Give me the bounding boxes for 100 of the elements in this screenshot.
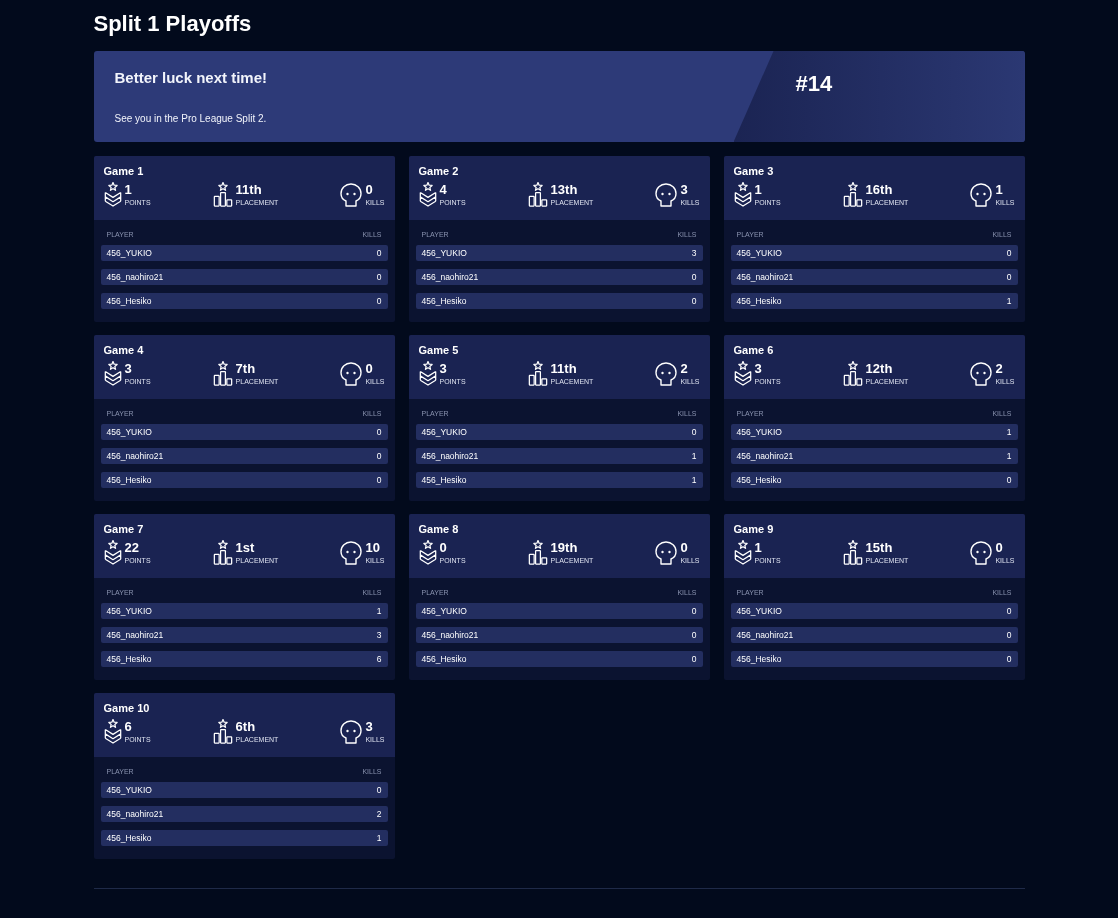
podium-icon [527, 361, 548, 386]
game-title: Game 3 [733, 164, 774, 178]
player-name: 456_naohiro21 [421, 630, 479, 640]
podium-icon [842, 540, 863, 565]
kill-count: 0 [691, 654, 697, 664]
stat-value: 0 [680, 540, 688, 555]
game-title: Game 6 [733, 343, 774, 357]
stat-value: 7th [235, 361, 256, 376]
player-name: 456_naohiro21 [421, 451, 479, 461]
player-name: 456_Hesiko [736, 654, 782, 664]
game-title: Game 10 [103, 701, 150, 715]
stat-value: 6th [235, 719, 256, 734]
player-name: 456_naohiro21 [106, 630, 164, 640]
stat-value: 1 [995, 182, 1003, 197]
player-name: 456_YUKIO [421, 606, 467, 616]
kill-count: 0 [1006, 475, 1012, 485]
player-name: 456_Hesiko [106, 833, 152, 843]
player-name: 456_Hesiko [736, 475, 782, 485]
chevron-rank-icon [733, 182, 752, 207]
chevron-rank-icon [103, 182, 122, 207]
podium-icon [212, 182, 233, 207]
player-name: 456_naohiro21 [736, 272, 794, 282]
page-title: Split 1 Playoffs [93, 10, 252, 38]
stat-value: 3 [680, 182, 688, 197]
kill-count: 0 [691, 606, 697, 616]
player-name: 456_naohiro21 [736, 630, 794, 640]
player-name: 456_YUKIO [106, 248, 152, 258]
chevron-rank-icon [733, 361, 752, 386]
kill-count: 0 [1006, 248, 1012, 258]
player-name: 456_naohiro21 [106, 451, 164, 461]
podium-icon [212, 540, 233, 565]
stat-value: 22 [124, 540, 139, 555]
player-name: 456_YUKIO [421, 248, 467, 258]
player-name: 456_Hesiko [736, 296, 782, 306]
stat-value: 2 [680, 361, 688, 376]
chevron-rank-icon [418, 540, 437, 565]
kill-count: 1 [1006, 427, 1012, 437]
kill-count: 1 [1006, 451, 1012, 461]
podium-icon [212, 361, 233, 386]
player-name: 456_Hesiko [106, 296, 152, 306]
stat-value: 19th [550, 540, 578, 555]
podium-icon [527, 182, 548, 207]
kill-count: 0 [376, 475, 382, 485]
player-name: 456_Hesiko [421, 475, 467, 485]
chevron-rank-icon [418, 182, 437, 207]
stat-value: 3 [754, 361, 762, 376]
stat-value: 11th [235, 182, 262, 197]
kill-count: 0 [376, 272, 382, 282]
podium-icon [842, 182, 863, 207]
kill-count: 1 [376, 606, 382, 616]
player-name: 456_YUKIO [736, 427, 782, 437]
kill-count: 1 [691, 475, 697, 485]
skull-icon [655, 540, 678, 565]
kill-count: 1 [691, 451, 697, 461]
chevron-rank-icon [103, 361, 122, 386]
stat-value: 3 [365, 719, 373, 734]
player-name: 456_Hesiko [421, 654, 467, 664]
game-title: Game 5 [418, 343, 459, 357]
kill-count: 0 [1006, 630, 1012, 640]
player-name: 456_YUKIO [106, 785, 152, 795]
player-name: 456_YUKIO [736, 606, 782, 616]
stat-value: 1 [754, 182, 762, 197]
player-name: 456_Hesiko [421, 296, 467, 306]
stat-value: 12th [865, 361, 893, 376]
skull-icon [655, 361, 678, 386]
stat-value: 1st [235, 540, 255, 555]
player-name: 456_naohiro21 [106, 809, 164, 819]
game-title: Game 9 [733, 522, 774, 536]
player-name: 456_YUKIO [106, 427, 152, 437]
player-name: 456_Hesiko [106, 475, 152, 485]
stat-value: 15th [865, 540, 893, 555]
rank-number: #14 [795, 71, 833, 97]
stat-value: 2 [995, 361, 1003, 376]
stat-value: 0 [439, 540, 447, 555]
game-title: Game 2 [418, 164, 459, 178]
skull-icon [340, 719, 363, 744]
kill-count: 1 [376, 833, 382, 843]
chevron-rank-icon [103, 719, 122, 744]
kill-count: 0 [1006, 654, 1012, 664]
kill-count: 0 [691, 296, 697, 306]
kill-count: 0 [376, 296, 382, 306]
stat-value: 1 [754, 540, 762, 555]
skull-icon [340, 540, 363, 565]
kill-count: 0 [1006, 606, 1012, 616]
kill-count: 0 [376, 427, 382, 437]
kill-count: 0 [376, 785, 382, 795]
game-title: Game 7 [103, 522, 144, 536]
player-name: 456_naohiro21 [736, 451, 794, 461]
skull-icon [340, 182, 363, 207]
chevron-rank-icon [733, 540, 752, 565]
skull-icon [970, 540, 993, 565]
player-name: 456_naohiro21 [421, 272, 479, 282]
podium-icon [527, 540, 548, 565]
stat-value: 1 [124, 182, 132, 197]
stat-value: 6 [124, 719, 132, 734]
kill-count: 3 [376, 630, 382, 640]
player-name: 456_YUKIO [421, 427, 467, 437]
stat-value: 0 [995, 540, 1003, 555]
podium-icon [212, 719, 233, 744]
banner-message: See you in the Pro League Split 2. [114, 113, 267, 125]
